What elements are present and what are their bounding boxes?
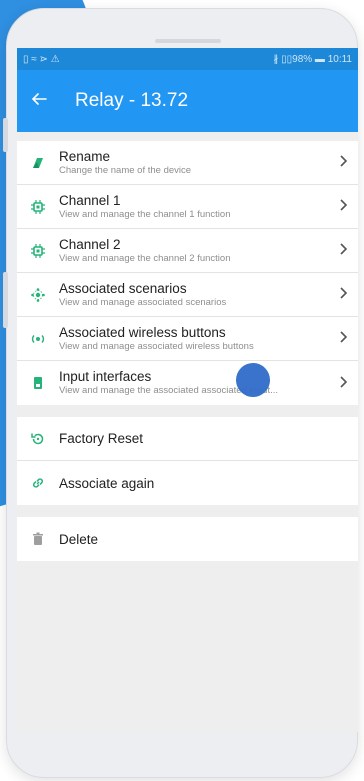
list-item-channel-1[interactable]: Channel 1 View and manage the channel 1 … xyxy=(17,185,358,229)
phone-power-button xyxy=(3,272,8,328)
actions-list: Factory Reset Associate again xyxy=(17,417,358,505)
chevron-right-icon xyxy=(328,198,358,215)
status-bar-right: ∦ ▯▯98% ▬ 10:11 xyxy=(273,53,352,65)
trash-icon xyxy=(17,532,59,546)
list-item-title: Associated wireless buttons xyxy=(59,324,226,340)
list-item-title: Associated scenarios xyxy=(59,280,187,296)
list-item-associated-scenarios[interactable]: Associated scenarios View and manage ass… xyxy=(17,273,358,317)
list-item-subtitle: View and manage the associated associate… xyxy=(59,385,278,396)
wireless-icon xyxy=(17,333,59,345)
list-item-input-interfaces[interactable]: Input interfaces View and manage the ass… xyxy=(17,361,358,405)
stage: ▯ ≈ ⋗ ⚠ ∦ ▯▯98% ▬ 10:11 Relay - 13.72 Re… xyxy=(0,0,364,781)
list-item-subtitle: View and manage associated scenarios xyxy=(59,296,227,308)
touch-indicator xyxy=(236,363,270,397)
app-screen: ▯ ≈ ⋗ ⚠ ∦ ▯▯98% ▬ 10:11 Relay - 13.72 Re… xyxy=(17,48,358,732)
chevron-right-icon xyxy=(328,242,358,259)
chevron-right-icon xyxy=(328,375,358,392)
app-bar: Relay - 13.72 xyxy=(17,70,358,132)
chip-icon xyxy=(17,199,59,214)
page-title: Relay - 13.72 xyxy=(75,90,189,111)
list-item-channel-2[interactable]: Channel 2 View and manage the channel 2 … xyxy=(17,229,358,273)
delete-label: Delete xyxy=(59,531,99,547)
tag-icon xyxy=(17,156,59,170)
phone-volume-button xyxy=(3,118,8,152)
list-item-subtitle: View and manage associated wireless butt… xyxy=(59,340,254,352)
link-icon xyxy=(17,476,59,490)
list-item-title: Channel 1 xyxy=(59,192,121,208)
chevron-right-icon xyxy=(328,154,358,171)
list-item-associated-wireless-buttons[interactable]: Associated wireless buttons View and man… xyxy=(17,317,358,361)
chevron-right-icon xyxy=(328,330,358,347)
arrow-left-icon[interactable] xyxy=(31,90,65,113)
factory-reset-button[interactable]: Factory Reset xyxy=(17,417,358,461)
associate-again-button[interactable]: Associate again xyxy=(17,461,358,505)
chevron-right-icon xyxy=(328,286,358,303)
list-item-subtitle: View and manage the channel 1 function xyxy=(59,208,231,220)
chip-icon xyxy=(17,243,59,258)
list-item-subtitle: Change the name of the device xyxy=(59,164,192,176)
action-label: Associate again xyxy=(59,475,155,491)
scenario-icon xyxy=(17,287,59,302)
input-icon xyxy=(17,376,59,390)
list-item-subtitle: View and manage the channel 2 function xyxy=(59,252,231,264)
list-item-title: Rename xyxy=(59,148,111,164)
list-item-rename[interactable]: Rename Change the name of the device xyxy=(17,141,358,185)
status-bar-left: ▯ ≈ ⋗ ⚠ xyxy=(23,53,60,65)
list-item-title: Channel 2 xyxy=(59,236,121,252)
action-label: Factory Reset xyxy=(59,431,144,446)
status-bar: ▯ ≈ ⋗ ⚠ ∦ ▯▯98% ▬ 10:11 xyxy=(17,48,358,70)
phone-speaker xyxy=(155,39,221,43)
delete-list: Delete xyxy=(17,517,358,561)
settings-list: Rename Change the name of the device Cha… xyxy=(17,141,358,405)
reset-icon xyxy=(17,432,59,446)
list-item-title: Input interfaces xyxy=(59,369,152,384)
delete-button[interactable]: Delete xyxy=(17,517,358,561)
